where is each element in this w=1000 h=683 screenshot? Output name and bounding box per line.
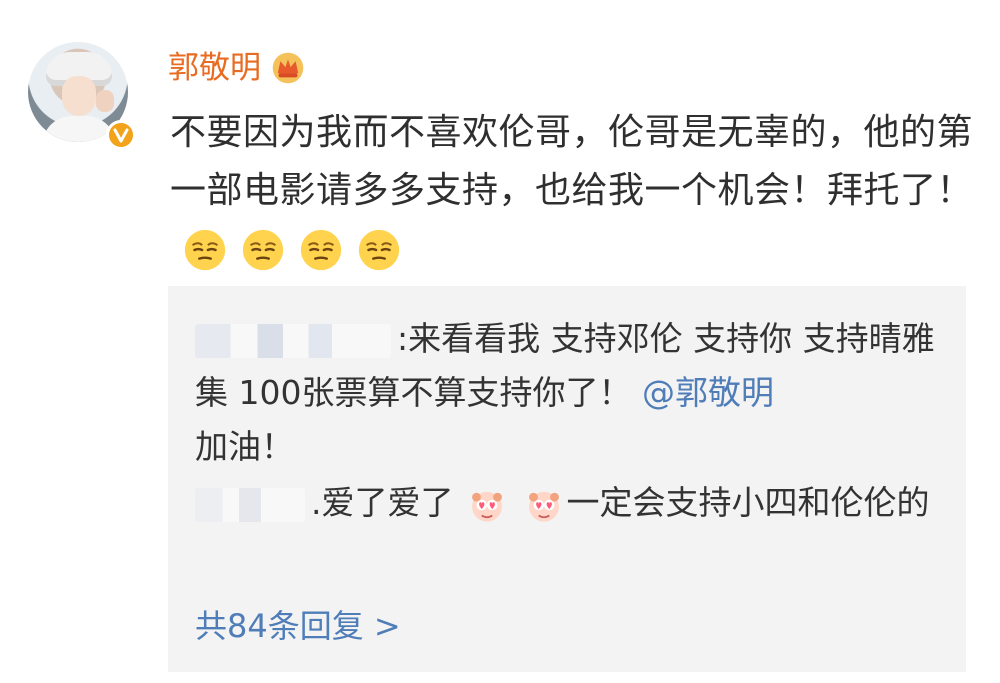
comment-separator: : xyxy=(397,319,409,358)
pensive-face-icon xyxy=(300,229,342,271)
comment-text-part-1: 爱了爱了 xyxy=(321,483,454,522)
username-row: 郭敬明 xyxy=(168,44,305,92)
heart-eyes-sticker-icon xyxy=(472,491,502,522)
blurred-username xyxy=(195,323,391,358)
avatar-container[interactable] xyxy=(28,42,138,152)
avatar-face xyxy=(62,76,96,116)
reply-count-link[interactable]: 共84条回复 > xyxy=(195,604,401,648)
blurred-username xyxy=(195,487,305,522)
username[interactable]: 郭敬明 xyxy=(168,52,261,84)
avatar-shirt xyxy=(42,116,116,142)
comment-separator: . xyxy=(311,483,322,522)
crown-icon xyxy=(272,52,304,84)
verified-v-icon xyxy=(106,120,136,150)
heart-eyes-sticker-icon xyxy=(528,491,559,522)
pensive-face-icon xyxy=(358,229,400,271)
avatar-hand xyxy=(96,90,114,112)
post-text: 不要因为我而不喜欢伦哥，伦哥是无辜的，他的第一部电影请多多支持，也给我一个机会！… xyxy=(170,112,974,211)
comment-suffix: 加油！ xyxy=(195,427,294,466)
comment-item[interactable]: .爱了爱了 一定会支持小四和伦伦的 xyxy=(195,476,940,530)
comment-item[interactable]: :来看看我 支持邓伦 支持你 支持晴雅集 100张票算不算支持你了！ @郭敬明 … xyxy=(195,312,940,474)
mention-link[interactable]: @郭敬明 xyxy=(642,373,774,412)
comment-text-part-2: 一定会支持小四和伦伦的 xyxy=(566,483,930,522)
pensive-face-icon xyxy=(242,229,284,271)
post-text-block: 不要因为我而不喜欢伦哥，伦哥是无辜的，他的第一部电影请多多支持，也给我一个机会！… xyxy=(170,104,975,278)
pensive-face-icon xyxy=(184,229,226,271)
comment-panel: :来看看我 支持邓伦 支持你 支持晴雅集 100张票算不算支持你了！ @郭敬明 … xyxy=(168,286,966,672)
emoji-row xyxy=(182,227,402,273)
